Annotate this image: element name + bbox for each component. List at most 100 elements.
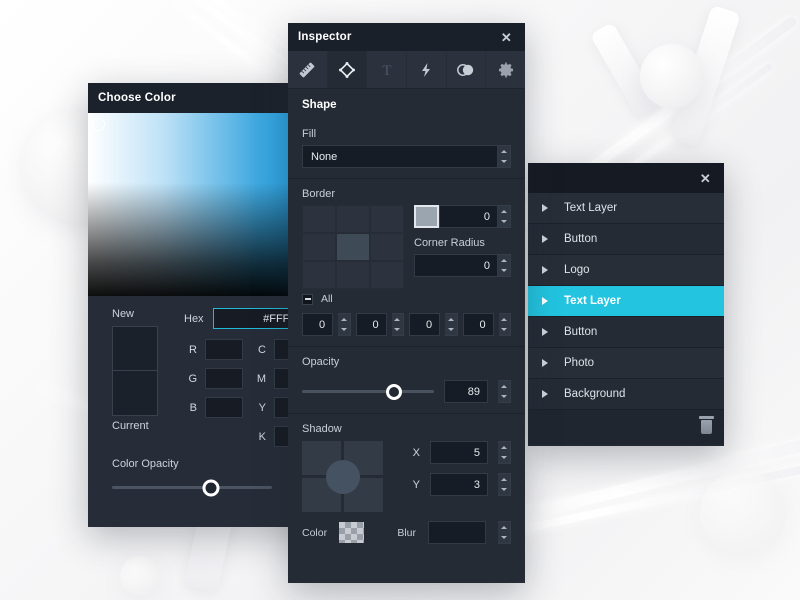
border-style-cell[interactable] [336,261,370,289]
new-color-label: New [112,308,178,320]
chevron-right-icon[interactable] [542,297,548,305]
shadow-y-control: Y 3 [397,473,511,496]
shadow-area: X 5 Y 3 [302,441,511,512]
color-opacity-slider[interactable] [112,486,272,489]
list-item[interactable]: Photo [528,348,724,379]
shadow-y-stepper[interactable] [498,473,511,496]
border-style-grid[interactable] [302,205,404,289]
shadow-pad-knob[interactable] [326,460,360,494]
shadow-blur-stepper[interactable] [498,521,511,544]
tab-ruler[interactable] [288,51,328,88]
border-side-top-stepper[interactable] [338,313,350,336]
layers-panel: ✕ Text Layer Button Logo Text Layer Butt… [528,163,724,446]
color-picker-handle[interactable] [92,118,105,131]
all-sides-checkbox[interactable] [302,294,313,305]
arrow-up-icon [501,385,507,388]
layer-label: Button [564,326,597,338]
shadow-color-row: Color Blur [302,521,511,544]
new-color-swatch[interactable] [112,326,158,371]
arrow-up-icon [501,210,507,213]
fill-select[interactable]: None [302,145,498,168]
corner-radius-label: Corner Radius [414,237,511,249]
list-item-selected[interactable]: Text Layer [528,286,724,317]
svg-text:T: T [382,63,391,79]
border-side-left-input[interactable]: 0 [463,313,494,336]
chevron-right-icon[interactable] [542,328,548,336]
chevron-right-icon[interactable] [542,266,548,274]
border-style-cell[interactable] [302,261,336,289]
corner-radius-input[interactable]: 0 [414,254,498,277]
tab-text[interactable]: T [367,51,407,88]
layers-titlebar: ✕ [528,163,724,193]
tab-effects[interactable] [407,51,447,88]
corner-radius-stepper[interactable] [498,254,511,277]
border-width-input[interactable]: 0 [439,205,498,228]
border-style-cell[interactable] [370,233,404,261]
list-item[interactable]: Background [528,379,724,410]
shadow-color-swatch[interactable] [339,522,364,543]
arrow-down-icon [394,328,400,331]
border-side-right-stepper[interactable] [392,313,404,336]
border-style-cell[interactable] [370,205,404,233]
shadow-blur-label: Blur [397,527,416,539]
r-input[interactable] [205,339,243,360]
fill-control: None [302,145,511,168]
opacity-label: Opacity [302,356,511,368]
border-area: 0 Corner Radius 0 [302,205,511,289]
border-side-right-input[interactable]: 0 [356,313,387,336]
opacity-stepper[interactable] [498,380,511,403]
chevron-right-icon[interactable] [542,235,548,243]
trash-icon[interactable] [701,420,712,434]
border-style-cell[interactable] [336,205,370,233]
opacity-control: 89 [302,380,511,403]
list-item[interactable]: Logo [528,255,724,286]
current-color-swatch[interactable] [112,371,158,416]
list-item[interactable]: Button [528,317,724,348]
border-side-top-input[interactable]: 0 [302,313,333,336]
shadow-blur-input[interactable] [428,521,486,544]
border-color-chip[interactable] [414,205,439,228]
arrow-up-icon [501,478,507,481]
inspector-panel: Inspector ✕ [288,23,525,583]
shape-icon [337,60,357,80]
border-side-bottom-input[interactable]: 0 [409,313,440,336]
g-input[interactable] [205,368,243,389]
indeterminate-icon [305,298,311,300]
list-item[interactable]: Text Layer [528,193,724,224]
close-icon[interactable]: ✕ [697,170,714,187]
shadow-y-input[interactable]: 3 [430,473,488,496]
arrow-down-icon [341,328,347,331]
shadow-direction-pad[interactable] [302,441,383,512]
border-width-stepper[interactable] [498,205,511,228]
close-icon[interactable]: ✕ [498,29,515,46]
tab-shape[interactable] [328,51,368,88]
opacity-knob[interactable] [386,384,402,400]
opacity-input[interactable]: 89 [444,380,488,403]
bg-sphere [700,470,786,556]
arrow-down-icon [501,488,507,491]
chevron-right-icon[interactable] [542,204,548,212]
chevron-right-icon[interactable] [542,359,548,367]
border-style-cell[interactable] [302,205,336,233]
b-input[interactable] [205,397,243,418]
shadow-x-stepper[interactable] [498,441,511,464]
layers-footer [528,410,724,444]
opacity-slider[interactable] [302,390,434,393]
color-swatch-stack [112,326,178,416]
shadow-x-input[interactable]: 5 [430,441,488,464]
border-side-bottom-stepper[interactable] [445,313,457,336]
border-style-cell[interactable] [370,261,404,289]
tab-blend[interactable] [447,51,487,88]
tab-settings[interactable] [486,51,525,88]
border-side-left-stepper[interactable] [499,313,511,336]
color-opacity-label: Color Opacity [112,458,312,470]
border-style-cell-selected[interactable] [336,233,370,261]
color-opacity-knob[interactable] [203,479,220,496]
channel-r: R [184,339,243,360]
chevron-right-icon[interactable] [542,390,548,398]
fill-stepper[interactable] [498,145,511,168]
border-style-cell[interactable] [302,233,336,261]
arrow-up-icon [501,526,507,529]
shadow-block: Shadow X 5 Y 3 [288,413,525,554]
list-item[interactable]: Button [528,224,724,255]
